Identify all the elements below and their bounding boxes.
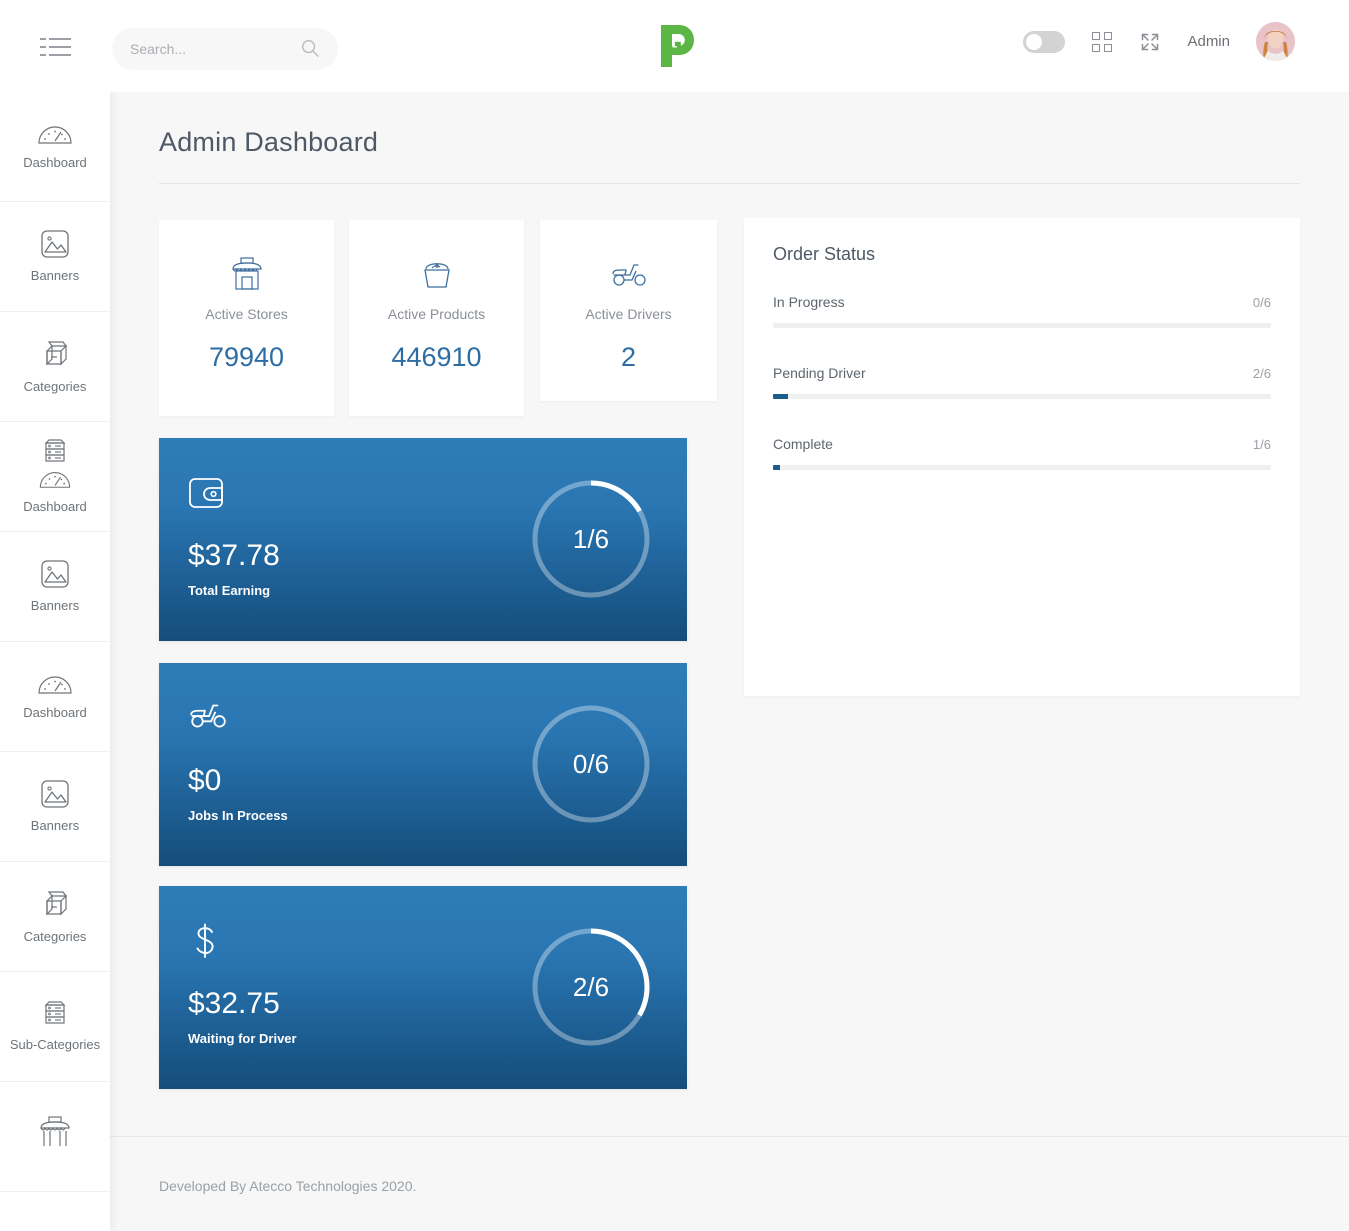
order-status-row: Pending Driver 2/6 (773, 365, 1271, 399)
order-status-list: In Progress 0/6 Pending Driver 2/6 Compl… (773, 294, 1271, 507)
order-status-label: Pending Driver (773, 365, 866, 381)
progress-ring: 2/6 (530, 926, 652, 1048)
sidebar-item-label: Sub-Categories (9, 1036, 101, 1052)
metric-card-jobs-in-process[interactable]: $0 Jobs In Process 0/6 (159, 663, 687, 866)
sidebar-item-label: Dashboard (23, 704, 87, 720)
stat-label: Active Stores (205, 306, 288, 322)
dollar-icon (188, 923, 222, 968)
top-navigation-bar: Admin (0, 0, 1349, 92)
image-icon (41, 560, 69, 588)
stat-value: 446910 (391, 342, 482, 372)
order-status-panel: Order Status In Progress 0/6 Pending Dri… (744, 218, 1300, 696)
progress-ring-label: 0/6 (572, 748, 610, 779)
order-status-label: In Progress (773, 294, 845, 310)
search-box[interactable] (112, 28, 338, 70)
scooter-icon (610, 254, 648, 294)
gauge-icon (39, 471, 71, 488)
search-icon (302, 40, 319, 57)
order-status-title: Order Status (773, 244, 876, 264)
sidebar-item-label: Banners (30, 597, 80, 613)
sidebar-item-label: Banners (30, 267, 80, 283)
order-progress-track (773, 465, 1271, 470)
brand-logo-p[interactable] (655, 22, 699, 70)
sidebar-item-label: Categories (23, 928, 87, 944)
page-title: Admin Dashboard (159, 127, 379, 157)
store-icon (40, 1116, 70, 1146)
title-divider (159, 183, 1300, 184)
metric-value: $37.78 (188, 539, 280, 572)
toggle-knob (1026, 33, 1043, 50)
sidebar-item-label: Banners (30, 817, 80, 833)
metric-value: $0 (188, 764, 222, 797)
sidebar-item-banners-3[interactable]: Banners (0, 752, 110, 862)
order-status-label: Complete (773, 436, 833, 452)
basket-icon (420, 254, 454, 294)
gauge-icon (38, 676, 72, 694)
footer-divider (110, 1136, 1349, 1137)
hamburger-list-icon[interactable] (40, 36, 71, 60)
sidebar-navigation: Dashboard Banners Categories Dashboard B… (0, 92, 110, 1231)
stat-card-active-drivers[interactable]: Active Drivers 2 (540, 220, 717, 401)
sidebar-item-banners-1[interactable]: Banners (0, 202, 110, 312)
sidebar-item-label: Categories (23, 378, 87, 394)
order-status-row: In Progress 0/6 (773, 294, 1271, 328)
progress-ring-label: 1/6 (572, 523, 610, 554)
store-icon (229, 254, 265, 294)
progress-ring-label: 2/6 (572, 971, 610, 1002)
admin-dashboard-page: Admin (0, 0, 1349, 1231)
metric-card-waiting-for-driver[interactable]: $32.75 Waiting for Driver 2/6 (159, 886, 687, 1089)
metric-label: Total Earning (188, 583, 271, 598)
sidebar-item-sub-categories[interactable]: Sub-Categories (0, 972, 110, 1082)
server-icon (44, 439, 66, 462)
order-progress-track (773, 394, 1271, 399)
stat-label: Active Products (387, 306, 486, 322)
image-icon (41, 230, 69, 258)
order-status-count: 1/6 (1252, 437, 1271, 452)
main-content: Admin Dashboard Active Stores 79940 Acti… (110, 92, 1349, 1231)
order-progress-track (773, 323, 1271, 328)
sidebar-item-categories-1[interactable]: Categories (0, 312, 110, 422)
progress-ring: 1/6 (530, 478, 652, 600)
order-progress-fill (773, 465, 781, 470)
stat-card-active-stores[interactable]: Active Stores 79940 (159, 220, 334, 416)
scooter-icon (188, 700, 228, 735)
stat-value: 2 (620, 342, 637, 372)
image-icon (41, 780, 69, 808)
metric-label: Jobs In Process (188, 808, 288, 823)
progress-ring: 0/6 (530, 703, 652, 825)
sidebar-item-categories-2[interactable]: Categories (0, 862, 110, 972)
footer-credit: Developed By Atecco Technologies 2020. (159, 1178, 417, 1194)
gauge-icon (38, 126, 72, 144)
grid-apps-icon[interactable] (1091, 31, 1113, 53)
search-input[interactable] (112, 29, 282, 69)
order-status-row: Complete 1/6 (773, 436, 1271, 470)
fullscreen-expand-icon[interactable] (1139, 31, 1161, 53)
sidebar-item-banners-2[interactable]: Banners (0, 532, 110, 642)
stat-card-active-products[interactable]: Active Products 446910 (349, 220, 524, 416)
order-progress-fill (773, 394, 788, 399)
metric-card-total-earning[interactable]: $37.78 Total Earning 1/6 (159, 438, 687, 641)
server-icon (44, 1001, 66, 1024)
boxes-icon (46, 891, 68, 916)
order-status-count: 2/6 (1252, 366, 1271, 381)
user-avatar[interactable] (1256, 22, 1295, 61)
topbar-right-controls: Admin (1023, 22, 1295, 61)
metric-value: $32.75 (188, 987, 280, 1020)
sidebar-item-dashboard-1[interactable]: Dashboard (0, 92, 110, 202)
stat-value: 79940 (208, 342, 285, 372)
wallet-icon (188, 475, 226, 518)
metric-label: Waiting for Driver (188, 1031, 297, 1046)
stat-label: Active Drivers (585, 306, 672, 322)
sidebar-item-label: Dashboard (23, 498, 87, 514)
admin-user-label: Admin (1187, 33, 1230, 50)
order-status-count: 0/6 (1252, 295, 1271, 310)
sidebar-item-dashboard-3[interactable]: Dashboard (0, 642, 110, 752)
sidebar-item-stores[interactable] (0, 1082, 110, 1192)
sidebar-item-label: Dashboard (23, 154, 87, 170)
sidebar-item-dashboard-2[interactable]: Dashboard (0, 422, 110, 532)
boxes-icon (46, 341, 68, 366)
theme-toggle-switch[interactable] (1023, 30, 1066, 53)
